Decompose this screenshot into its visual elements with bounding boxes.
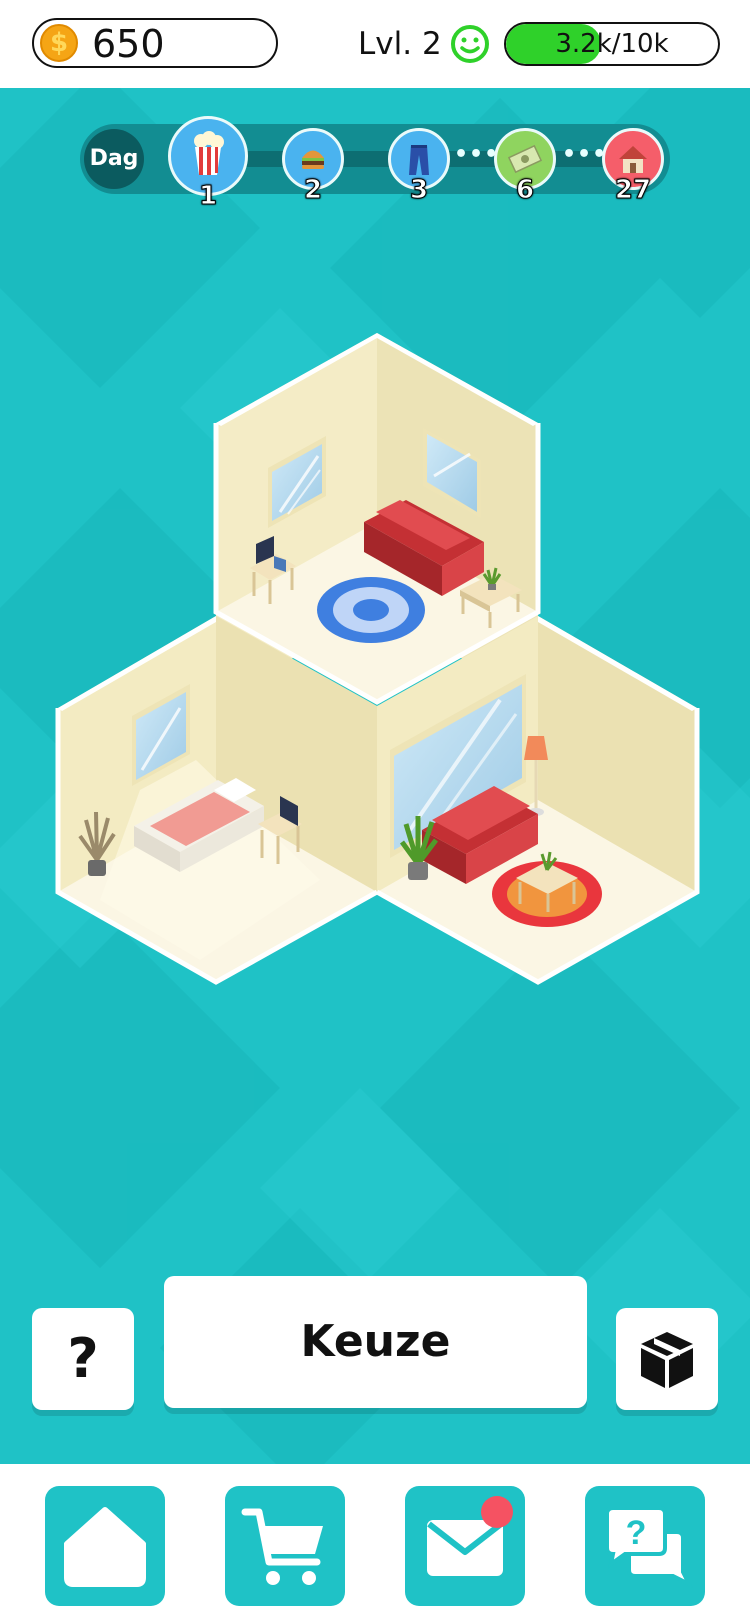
nav-help-chat[interactable]: ?	[585, 1486, 705, 1606]
choice-button[interactable]: Keuze	[164, 1276, 587, 1408]
isometric-house	[55, 333, 700, 985]
help-button[interactable]: ?	[32, 1308, 134, 1410]
level-label: Lvl. 2	[358, 26, 442, 62]
svg-text:?: ?	[626, 1514, 647, 1552]
coin-icon: $	[40, 24, 78, 62]
xp-progress-text: 3.2k/10k	[555, 29, 669, 59]
smiley-face-icon	[451, 25, 489, 63]
nav-messages[interactable]	[405, 1486, 525, 1606]
chat-help-icon: ?	[605, 1506, 694, 1589]
bottom-navigation: ?	[0, 1464, 750, 1624]
game-area: Dag 1 2 3 ••• 6 ••• 27 ? Keuze	[0, 88, 750, 1464]
box-button[interactable]	[616, 1308, 718, 1410]
coin-amount: 650	[92, 22, 165, 66]
home-icon	[64, 1507, 146, 1587]
cart-icon	[241, 1508, 323, 1585]
coin-counter: $ 650	[32, 18, 278, 68]
nav-home[interactable]	[45, 1486, 165, 1606]
nav-shop[interactable]	[225, 1486, 345, 1606]
notification-badge	[481, 1496, 513, 1528]
xp-progress-bar: 3.2k/10k	[504, 22, 720, 66]
top-bar: $ 650 Lvl. 2 3.2k/10k	[0, 0, 750, 88]
package-box-icon	[641, 1332, 693, 1388]
